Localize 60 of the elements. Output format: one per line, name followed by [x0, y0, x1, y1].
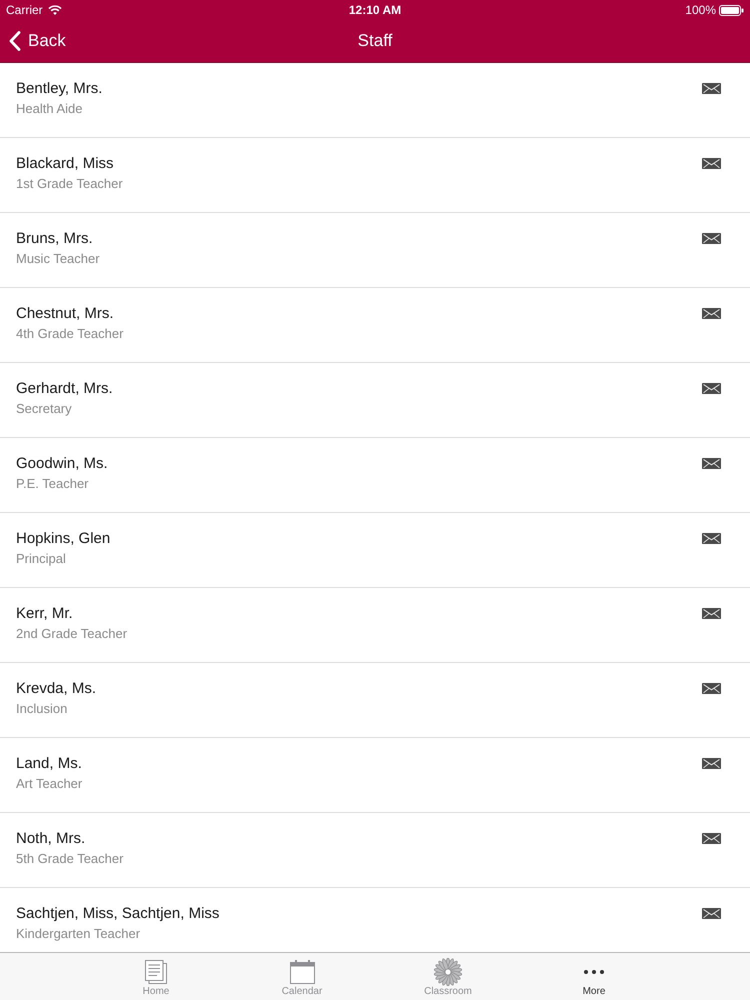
staff-name: Kerr, Mr.: [16, 605, 73, 622]
staff-list-item[interactable]: Noth, Mrs. 5th Grade Teacher: [0, 813, 750, 888]
back-button[interactable]: Back: [0, 31, 66, 51]
wifi-icon: [48, 5, 62, 15]
staff-list-item[interactable]: Goodwin, Ms. P.E. Teacher: [0, 438, 750, 513]
staff-name: Chestnut, Mrs.: [16, 305, 114, 322]
staff-name: Hopkins, Glen: [16, 530, 110, 547]
staff-name: Gerhardt, Mrs.: [16, 380, 113, 397]
envelope-icon[interactable]: [702, 383, 721, 394]
staff-role: Art Teacher: [16, 776, 82, 791]
battery-percent: 100%: [685, 3, 716, 17]
chevron-left-icon: [9, 31, 21, 51]
envelope-icon[interactable]: [702, 758, 721, 769]
envelope-icon[interactable]: [702, 233, 721, 244]
calendar-icon: [290, 960, 314, 984]
staff-role: 1st Grade Teacher: [16, 176, 123, 191]
staff-name: Bruns, Mrs.: [16, 230, 93, 247]
staff-role: Kindergarten Teacher: [16, 926, 140, 941]
staff-list-item[interactable]: Chestnut, Mrs. 4th Grade Teacher: [0, 288, 750, 363]
staff-name: Goodwin, Ms.: [16, 455, 108, 472]
envelope-icon[interactable]: [702, 908, 721, 919]
staff-list-item[interactable]: Blackard, Miss 1st Grade Teacher: [0, 138, 750, 213]
envelope-icon[interactable]: [702, 608, 721, 619]
staff-role: Music Teacher: [16, 251, 100, 266]
staff-name: Krevda, Ms.: [16, 680, 96, 697]
staff-name: Blackard, Miss: [16, 155, 114, 172]
document-icon: [145, 960, 167, 984]
tab[interactable]: More: [521, 953, 667, 1000]
staff-role: P.E. Teacher: [16, 476, 89, 491]
staff-list-item[interactable]: Bentley, Mrs. Health Aide: [0, 63, 750, 138]
flower-icon: [434, 958, 462, 986]
envelope-icon[interactable]: [702, 158, 721, 169]
envelope-icon[interactable]: [702, 458, 721, 469]
envelope-icon[interactable]: [702, 533, 721, 544]
staff-role: Secretary: [16, 401, 72, 416]
staff-list-item[interactable]: Gerhardt, Mrs. Secretary: [0, 363, 750, 438]
more-icon: [584, 970, 604, 974]
envelope-icon[interactable]: [702, 833, 721, 844]
staff-role: Inclusion: [16, 701, 68, 716]
envelope-icon[interactable]: [702, 683, 721, 694]
clock-time: 12:10 AM: [348, 3, 402, 17]
staff-name: Land, Ms.: [16, 755, 82, 772]
staff-role: Health Aide: [16, 101, 82, 116]
staff-list-item[interactable]: Krevda, Ms. Inclusion: [0, 663, 750, 738]
staff-role: 2nd Grade Teacher: [16, 626, 128, 641]
staff-role: 5th Grade Teacher: [16, 851, 124, 866]
screen-title: Staff: [358, 31, 392, 51]
staff-list-item[interactable]: Bruns, Mrs. Music Teacher: [0, 213, 750, 288]
staff-role: 4th Grade Teacher: [16, 326, 124, 341]
staff-list-item[interactable]: Hopkins, Glen Principal: [0, 513, 750, 588]
staff-name: Noth, Mrs.: [16, 830, 86, 847]
staff-role: Principal: [16, 551, 66, 566]
battery-icon: [719, 4, 744, 16]
envelope-icon[interactable]: [702, 83, 721, 94]
staff-name: Sachtjen, Miss, Sachtjen, Miss: [16, 905, 220, 922]
carrier-label: Carrier: [6, 3, 43, 17]
staff-name: Bentley, Mrs.: [16, 80, 102, 97]
staff-list-item[interactable]: Kerr, Mr. 2nd Grade Teacher: [0, 588, 750, 663]
envelope-icon[interactable]: [702, 308, 721, 319]
staff-list-item[interactable]: Land, Ms. Art Teacher: [0, 738, 750, 813]
